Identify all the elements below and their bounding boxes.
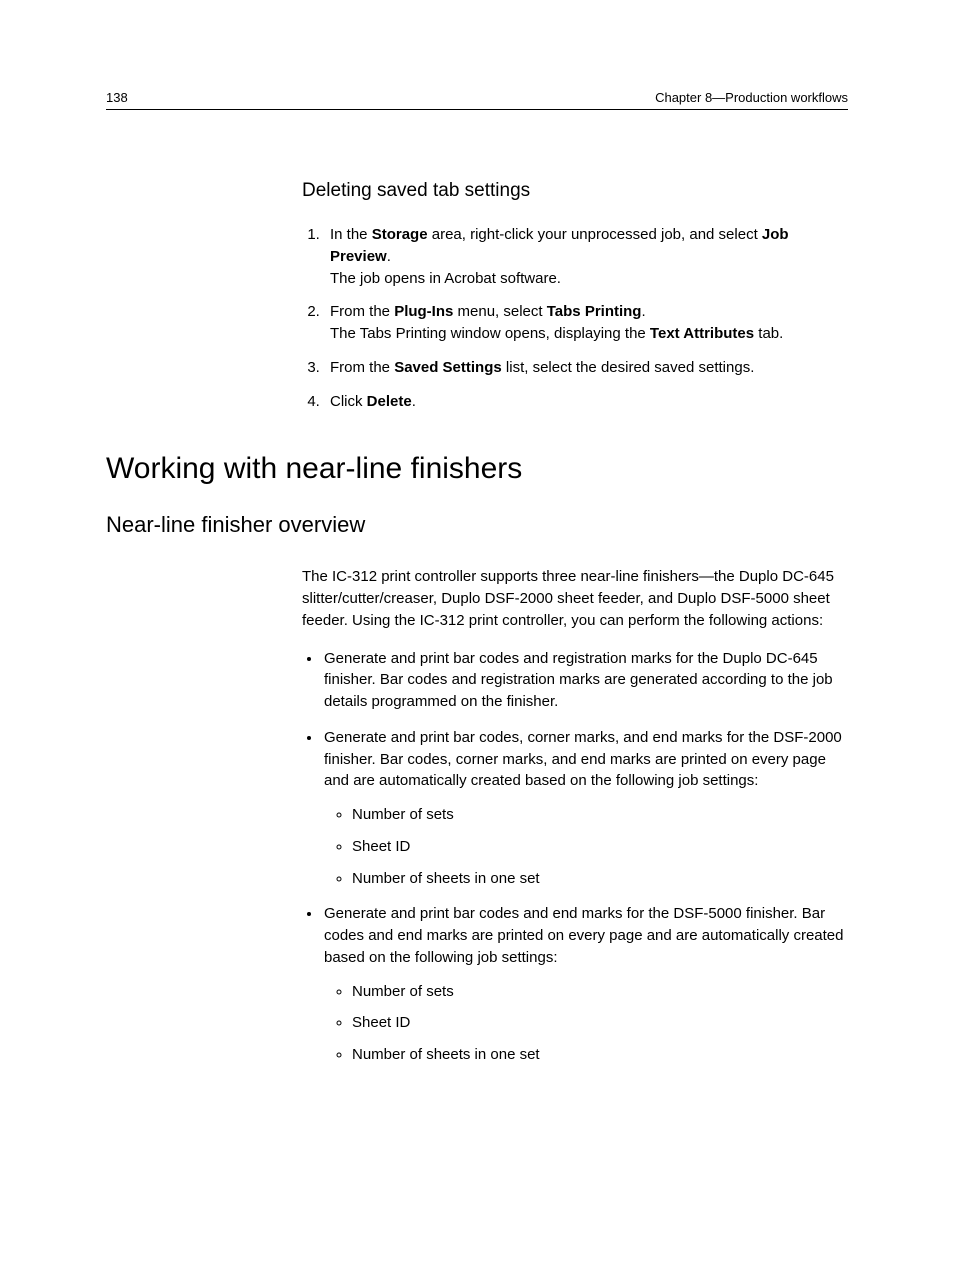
dsf2000-subs: Number of sets Sheet ID Number of sheets… [324,804,848,889]
section-title: Working with near-line finishers [106,452,848,486]
page-header: 138 Chapter 8—Production workflows [106,90,848,110]
overview-body: The IC-312 print controller supports thr… [302,566,848,1066]
step-1: In the Storage area, right-click your un… [324,224,848,289]
dsf5000-subs: Number of sets Sheet ID Number of sheets… [324,981,848,1066]
deleting-section: Deleting saved tab settings In the Stora… [302,180,848,412]
deleting-steps: In the Storage area, right-click your un… [302,224,848,412]
bold-storage: Storage [372,226,428,243]
text: From the [330,359,394,376]
deleting-title: Deleting saved tab settings [302,180,848,202]
text: list, select the desired saved settings. [502,359,755,376]
sub-sheet-id: Sheet ID [352,1012,848,1034]
sub-number-of-sets: Number of sets [352,804,848,826]
text: Generate and print bar codes, corner mar… [324,729,842,790]
text: The Tabs Printing window opens, displayi… [330,325,650,342]
bold-plugins: Plug-Ins [394,303,453,320]
text: In the [330,226,372,243]
step-2: From the Plug-Ins menu, select Tabs Prin… [324,301,848,345]
text: tab. [754,325,783,342]
text: The job opens in Acrobat software. [330,270,561,287]
sub-number-of-sets: Number of sets [352,981,848,1003]
text: area, right-click your unprocessed job, … [428,226,762,243]
bold-text-attributes: Text Attributes [650,325,754,342]
bold-saved-settings: Saved Settings [394,359,502,376]
bullet-dc645: Generate and print bar codes and registr… [322,648,848,713]
text: . [387,248,391,265]
overview-title: Near-line finisher overview [106,512,848,538]
text: menu, select [453,303,546,320]
page: 138 Chapter 8—Production workflows Delet… [0,0,954,1270]
sub-sheets-in-set: Number of sheets in one set [352,868,848,890]
overview-bullets: Generate and print bar codes and registr… [302,648,848,1066]
page-number: 138 [106,90,128,105]
bold-delete: Delete [367,393,412,410]
chapter-label: Chapter 8—Production workflows [655,90,848,105]
text: Click [330,393,367,410]
bullet-dsf5000: Generate and print bar codes and end mar… [322,903,848,1066]
step-3: From the Saved Settings list, select the… [324,357,848,379]
step-4: Click Delete. [324,391,848,413]
text: . [641,303,645,320]
sub-sheet-id: Sheet ID [352,836,848,858]
bold-tabs-printing: Tabs Printing [547,303,642,320]
text: . [412,393,416,410]
text: Generate and print bar codes and end mar… [324,905,843,966]
sub-sheets-in-set: Number of sheets in one set [352,1044,848,1066]
text: From the [330,303,394,320]
bullet-dsf2000: Generate and print bar codes, corner mar… [322,727,848,890]
overview-intro: The IC-312 print controller supports thr… [302,566,848,631]
